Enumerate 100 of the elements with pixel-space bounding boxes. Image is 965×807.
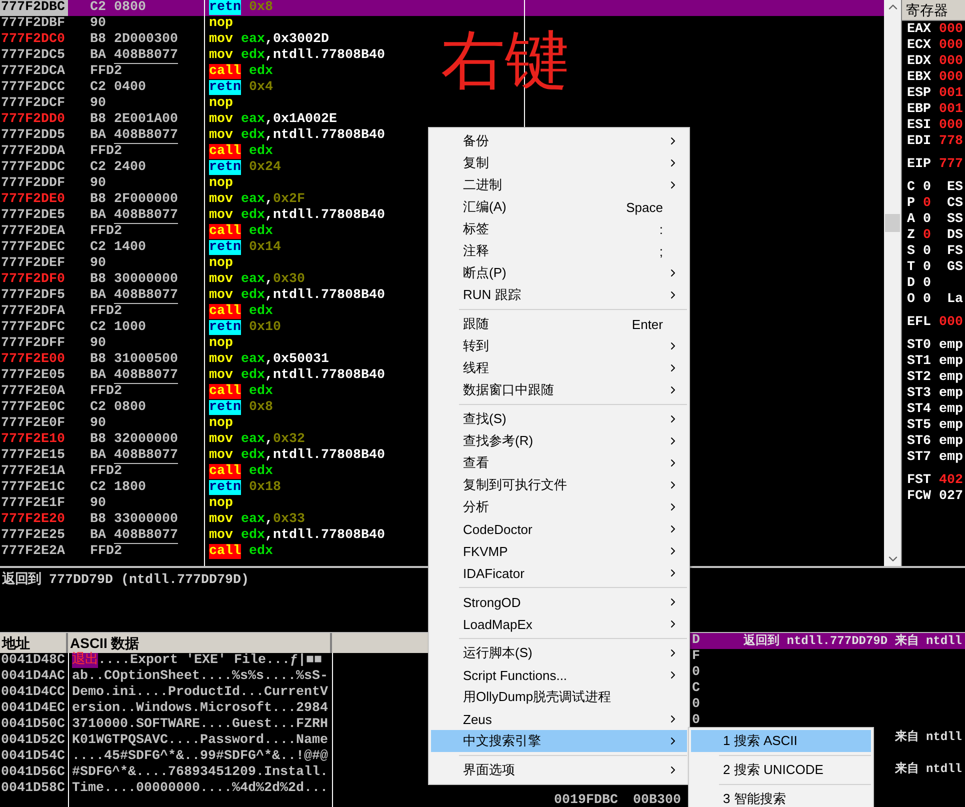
menu-item[interactable]: CodeDoctor [431, 518, 687, 540]
hex-cell: B8 33000000 [90, 512, 178, 528]
menu-item[interactable]: 转到 [431, 335, 687, 357]
hex-cell: FFD2 [90, 384, 122, 399]
menu-item[interactable]: 分析 [431, 496, 687, 518]
hex-cell: 90 [90, 336, 106, 351]
register-value: 000 [939, 38, 964, 54]
menu-item[interactable]: 汇编(A) Space [431, 196, 687, 218]
menu-item[interactable]: IDAFicator [431, 562, 687, 584]
register-value: emp [939, 354, 964, 370]
menu-item[interactable]: 二进制 [431, 174, 687, 196]
address-cell[interactable]: 777F2DEC [0, 240, 68, 256]
address-cell[interactable]: 777F2DC5 [0, 48, 68, 64]
register-name: C [907, 180, 916, 196]
address-cell[interactable]: 777F2DE0 [0, 192, 68, 208]
address-cell[interactable]: 777F2DFA [0, 304, 68, 320]
menu-item[interactable]: 断点(P) [431, 262, 687, 284]
menu-item[interactable]: 标签 : [431, 218, 687, 240]
address-cell[interactable]: 777F2DC0 [0, 32, 68, 48]
hex-cell: BA 408B8077 [90, 528, 178, 544]
address-cell[interactable]: 777F2DEA [0, 224, 68, 240]
menu-item[interactable]: StrongOD [431, 591, 687, 613]
address-cell[interactable]: 777F2E10 [0, 432, 68, 448]
menu-item[interactable]: 复制 [431, 152, 687, 174]
hex-cell: C2 2400 [90, 160, 146, 176]
address-cell[interactable]: 777F2E00 [0, 352, 68, 368]
register-name: ST2 [907, 370, 932, 386]
address-cell[interactable]: 777F2E0A [0, 384, 68, 400]
address-cell[interactable]: 777F2E25 [0, 528, 68, 544]
address-cell[interactable]: 777F2E0F [0, 416, 68, 432]
register-value: 001 [939, 86, 964, 102]
address-cell[interactable]: 777F2E05 [0, 368, 68, 384]
address-cell[interactable]: 777F2E1C [0, 480, 68, 496]
address-cell[interactable]: 777F2DDC [0, 160, 68, 176]
address-cell[interactable]: 777F2DD0 [0, 112, 68, 128]
menu-item[interactable]: 界面选项 [431, 759, 687, 781]
menu-item[interactable]: RUN 跟踪 [431, 284, 687, 306]
menu-item[interactable]: 备份 [431, 130, 687, 152]
menu-item[interactable]: 运行脚本(S) [431, 642, 687, 664]
register-name: ST7 [907, 450, 932, 466]
register-name: P [907, 196, 916, 212]
menu-item[interactable]: 查找参考(R) [431, 430, 687, 452]
menu-item[interactable]: 复制到可执行文件 [431, 474, 687, 496]
ascii-cell-text: 退出....Export 'EXE' File...ƒ|■■ [71, 653, 323, 669]
segment-name: CS [947, 196, 964, 212]
menu-item[interactable]: 查看 [431, 452, 687, 474]
menu-item[interactable]: 查找(S) [431, 408, 687, 430]
address-cell-text: 0041D54C [0, 749, 66, 765]
menu-item[interactable]: 2 搜索 UNICODE [691, 759, 871, 781]
address-cell[interactable]: 777F2E20 [0, 512, 68, 528]
hex-cell: C2 0800 [90, 400, 146, 416]
menu-item[interactable]: 跟随 Enter [431, 313, 687, 335]
address-cell[interactable]: 777F2DBF [0, 16, 68, 32]
address-cell[interactable]: 777F2DEF [0, 256, 68, 272]
address-cell[interactable]: 777F2DDA [0, 144, 68, 160]
address-cell-text: 0041D58C [0, 781, 66, 797]
menu-item[interactable]: LoadMapEx [431, 613, 687, 635]
segment-name: FS [947, 244, 964, 260]
address-cell[interactable]: 777F2DCF [0, 96, 68, 112]
register-name: EBX [907, 70, 932, 86]
address-cell[interactable]: 777F2DD5 [0, 128, 68, 144]
address-cell[interactable]: 777F2E15 [0, 448, 68, 464]
menu-item[interactable]: FKVMP [431, 540, 687, 562]
address-cell[interactable]: 777F2DE5 [0, 208, 68, 224]
menu-item[interactable]: Script Functions... [431, 664, 687, 686]
instruction-cell: call edx [209, 544, 273, 559]
address-cell[interactable]: 777F2E2A [0, 544, 68, 560]
menu-item[interactable]: 用OllyDump脱壳调试进程 [431, 686, 687, 708]
menu-item[interactable]: 3 智能搜索 [691, 788, 871, 807]
instruction-cell: mov eax,0x3002D [209, 32, 329, 47]
instruction-cell: mov edx,ntdll.77808B40 [209, 208, 385, 223]
address-cell-text: 0041D4AC [0, 669, 66, 685]
hex-cell: 90 [90, 416, 106, 431]
register-name: FCW [907, 489, 932, 505]
hex-cell: C2 1000 [90, 320, 146, 336]
register-name: ECX [907, 38, 932, 54]
register-name: D [907, 276, 916, 292]
address-cell[interactable]: 777F2E0C [0, 400, 68, 416]
address-cell[interactable]: 777F2DF5 [0, 288, 68, 304]
menu-item[interactable]: 数据窗口中跟随 [431, 379, 687, 401]
hex-cell: BA 408B8077 [90, 368, 178, 384]
address-cell-text: 0041D52C [0, 733, 66, 749]
register-name: ST0 [907, 338, 932, 354]
menu-item[interactable]: 注释 ; [431, 240, 687, 262]
scrollbar[interactable] [884, 0, 901, 566]
address-cell[interactable]: 777F2DCA [0, 64, 68, 80]
address-cell[interactable]: 777F2DFC [0, 320, 68, 336]
address-cell[interactable]: 777F2DBC [0, 0, 68, 16]
menu-item[interactable]: Zeus [431, 708, 687, 730]
address-cell[interactable]: 777F2DCC [0, 80, 68, 96]
menu-item[interactable]: 中文搜索引擎 [431, 730, 687, 752]
menu-item[interactable]: 线程 [431, 357, 687, 379]
address-cell[interactable]: 777F2DF0 [0, 272, 68, 288]
address-cell[interactable]: 777F2E1A [0, 464, 68, 480]
column-header[interactable]: 地址 [0, 633, 68, 653]
scroll-thumb[interactable] [885, 214, 900, 232]
menu-item[interactable]: 1 搜索 ASCII [691, 730, 871, 752]
address-cell[interactable]: 777F2DFF [0, 336, 68, 352]
address-cell[interactable]: 777F2DDF [0, 176, 68, 192]
address-cell[interactable]: 777F2E1F [0, 496, 68, 512]
